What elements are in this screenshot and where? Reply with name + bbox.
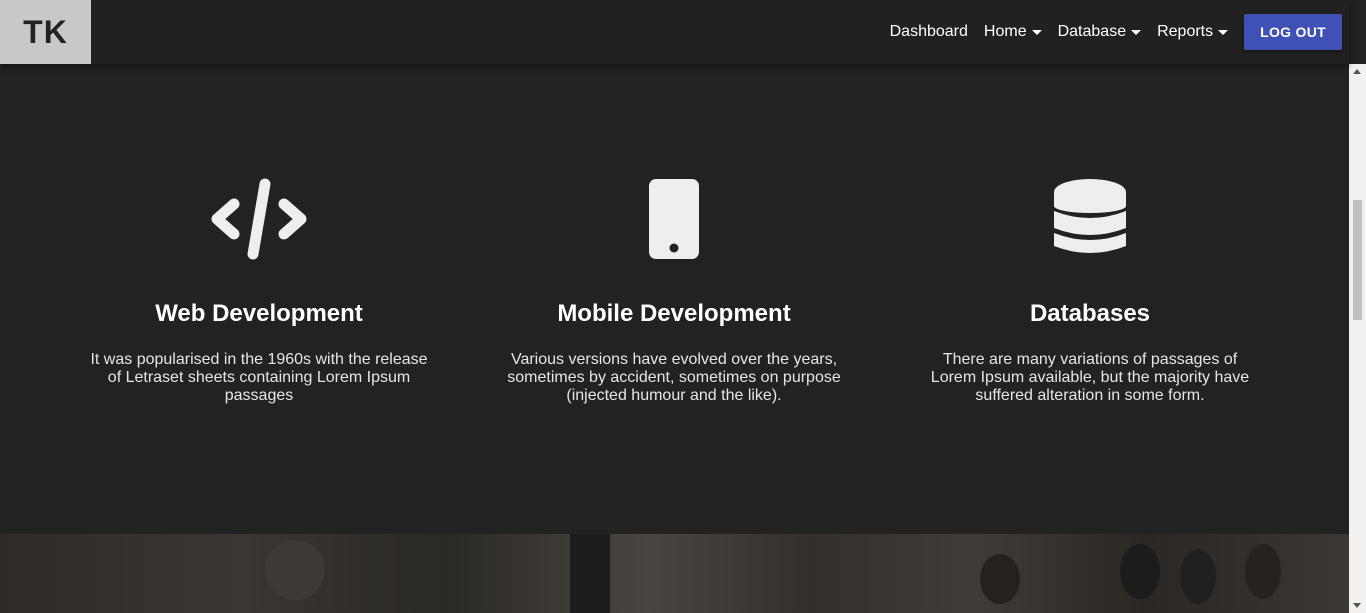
photo-detail [1245, 544, 1281, 599]
nav-item-database[interactable]: Database [1058, 23, 1142, 41]
photo-detail [570, 534, 610, 613]
top-navbar: TK Dashboard Home Database Reports LOG O… [0, 0, 1349, 64]
database-icon [1053, 178, 1127, 265]
photo-detail [1120, 544, 1160, 599]
caret-down-icon [1218, 29, 1229, 35]
scroll-down-icon[interactable] [1353, 603, 1361, 608]
feature-description: It was popularised in the 1960s with the… [90, 351, 428, 404]
logout-button[interactable]: LOG OUT [1244, 14, 1342, 50]
photo-detail [265, 540, 325, 600]
nav-links: Dashboard Home Database Reports LOG OUT [890, 0, 1342, 64]
caret-down-icon [1131, 29, 1142, 35]
feature-title: Web Development [155, 300, 363, 327]
nav-item-label: Database [1057, 23, 1127, 40]
caret-down-icon [1031, 29, 1042, 35]
nav-item-dashboard[interactable]: Dashboard [890, 23, 968, 41]
feature-description: There are many variations of passages of… [930, 351, 1250, 404]
nav-item-home[interactable]: Home [984, 23, 1042, 41]
features-section: Web Development It was popularised in th… [0, 64, 1349, 534]
nav-item-label: Home [983, 23, 1027, 40]
nav-item-label: Reports [1157, 23, 1214, 40]
team-photo-banner [0, 534, 1349, 613]
scroll-thumb[interactable] [1353, 200, 1362, 320]
brand-logo[interactable]: TK [0, 0, 91, 64]
feature-description: Various versions have evolved over the y… [507, 351, 841, 404]
feature-title: Mobile Development [557, 300, 791, 327]
page-scrollbar[interactable] [1349, 64, 1366, 613]
code-icon [208, 178, 310, 265]
nav-item-reports[interactable]: Reports [1157, 23, 1229, 41]
photo-detail [1180, 549, 1216, 604]
photo-detail [980, 554, 1020, 604]
nav-item-label: Dashboard [889, 23, 968, 40]
feature-title: Databases [1029, 300, 1151, 327]
scroll-up-icon[interactable] [1353, 69, 1361, 74]
mobile-icon [648, 178, 700, 265]
